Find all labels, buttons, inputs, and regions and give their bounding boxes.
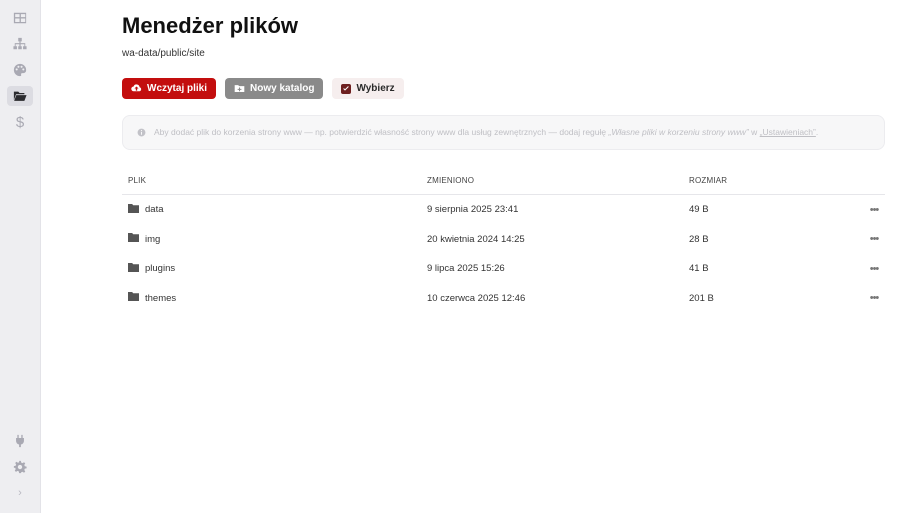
toolbar: Wczytaj pliki Nowy katalog Wybierz: [122, 78, 885, 99]
size-cell: 28 B: [689, 233, 709, 245]
notice-rule-name: „Własne pliki w korzeniu strony www”: [608, 127, 749, 137]
cloud-upload-icon: [131, 84, 142, 92]
upload-files-button[interactable]: Wczytaj pliki: [122, 78, 217, 99]
size-cell: 41 B: [689, 263, 709, 275]
page-title: Menedżer plików: [122, 13, 299, 38]
file-name: plugins: [145, 263, 176, 275]
table-row[interactable]: themes 10 czerwca 2025 12:46 201 B •••: [122, 284, 885, 314]
row-menu-button[interactable]: •••: [863, 263, 885, 275]
table-row[interactable]: img 20 kwietnia 2024 14:25 28 B •••: [122, 225, 885, 255]
sidebar: $ ›: [0, 0, 41, 513]
file-name-cell[interactable]: data: [122, 203, 427, 216]
checkbox-icon: [341, 83, 352, 94]
folder-icon: [128, 292, 139, 304]
row-menu-button[interactable]: •••: [863, 292, 885, 304]
file-table: PLIK ZMIENIONO ROZMIAR data 9 sierpnia 2…: [122, 166, 885, 313]
select-label: Wybierz: [356, 83, 395, 94]
gear-icon: [13, 460, 27, 474]
sidebar-item-design[interactable]: [7, 60, 33, 80]
upload-files-label: Wczytaj pliki: [147, 83, 208, 94]
sidebar-item-dashboard[interactable]: [7, 8, 33, 28]
sidebar-item-settings[interactable]: [7, 457, 33, 477]
new-folder-button[interactable]: Nowy katalog: [225, 78, 324, 99]
column-header-size[interactable]: ROZMIAR: [689, 176, 863, 185]
notice-text: Aby dodać plik do korzenia strony www — …: [154, 126, 818, 139]
info-notice: Aby dodać plik do korzenia strony www — …: [122, 115, 885, 150]
info-icon: [137, 128, 146, 137]
notice-text-end: .: [815, 127, 819, 137]
current-path: wa-data/public/site: [122, 48, 205, 59]
notice-text-start: Aby dodać plik do korzenia strony www — …: [154, 127, 609, 137]
modified-cell: 9 lipca 2025 15:26: [427, 263, 505, 275]
sidebar-item-structure[interactable]: [7, 34, 33, 54]
table-row[interactable]: plugins 9 lipca 2025 15:26 41 B •••: [122, 254, 885, 284]
file-name: themes: [145, 292, 177, 304]
folder-open-icon: [13, 91, 27, 101]
sidebar-top-group: $: [7, 8, 33, 132]
sidebar-item-plugins[interactable]: [7, 431, 33, 451]
chevron-right-icon: ›: [18, 487, 22, 499]
folder-icon: [128, 233, 139, 245]
size-cell: 201 B: [689, 292, 714, 304]
sitemap-icon: [13, 37, 27, 50]
table-header: PLIK ZMIENIONO ROZMIAR: [122, 166, 885, 195]
file-name: data: [145, 204, 164, 216]
modified-cell: 9 sierpnia 2025 23:41: [427, 204, 519, 216]
new-folder-label: Nowy katalog: [250, 83, 315, 94]
plug-icon: [16, 434, 24, 448]
sidebar-item-pricing[interactable]: $: [7, 112, 33, 132]
sidebar-collapse-toggle[interactable]: ›: [7, 483, 33, 503]
folder-plus-icon: [234, 85, 245, 92]
row-menu-button[interactable]: •••: [863, 204, 885, 216]
sidebar-bottom-group: ›: [7, 431, 33, 503]
palette-icon: [13, 63, 27, 77]
select-button[interactable]: Wybierz: [332, 78, 404, 99]
dashboard-icon: [13, 12, 27, 24]
modified-cell: 20 kwietnia 2024 14:25: [427, 233, 525, 245]
file-name-cell[interactable]: plugins: [122, 262, 427, 275]
sidebar-item-files[interactable]: [7, 86, 33, 106]
folder-icon: [128, 203, 139, 216]
settings-link[interactable]: „Ustawieniach”: [760, 127, 816, 137]
column-header-name[interactable]: PLIK: [122, 176, 427, 185]
folder-icon: [128, 262, 139, 275]
row-menu-button[interactable]: •••: [863, 233, 885, 245]
notice-text-middle: w: [748, 127, 760, 137]
modified-cell: 10 czerwca 2025 12:46: [427, 292, 526, 304]
column-header-modified[interactable]: ZMIENIONO: [427, 176, 689, 185]
file-name-cell[interactable]: img: [122, 233, 427, 245]
file-name-cell[interactable]: themes: [122, 292, 427, 304]
file-name: img: [145, 233, 161, 245]
size-cell: 49 B: [689, 204, 709, 216]
table-row[interactable]: data 9 sierpnia 2025 23:41 49 B •••: [122, 195, 885, 225]
dollar-icon: $: [15, 113, 25, 131]
app-window: $ › Menedżer plików wa-data/public/site …: [0, 0, 920, 513]
main-content: Menedżer plików wa-data/public/site Wczy…: [41, 0, 920, 513]
